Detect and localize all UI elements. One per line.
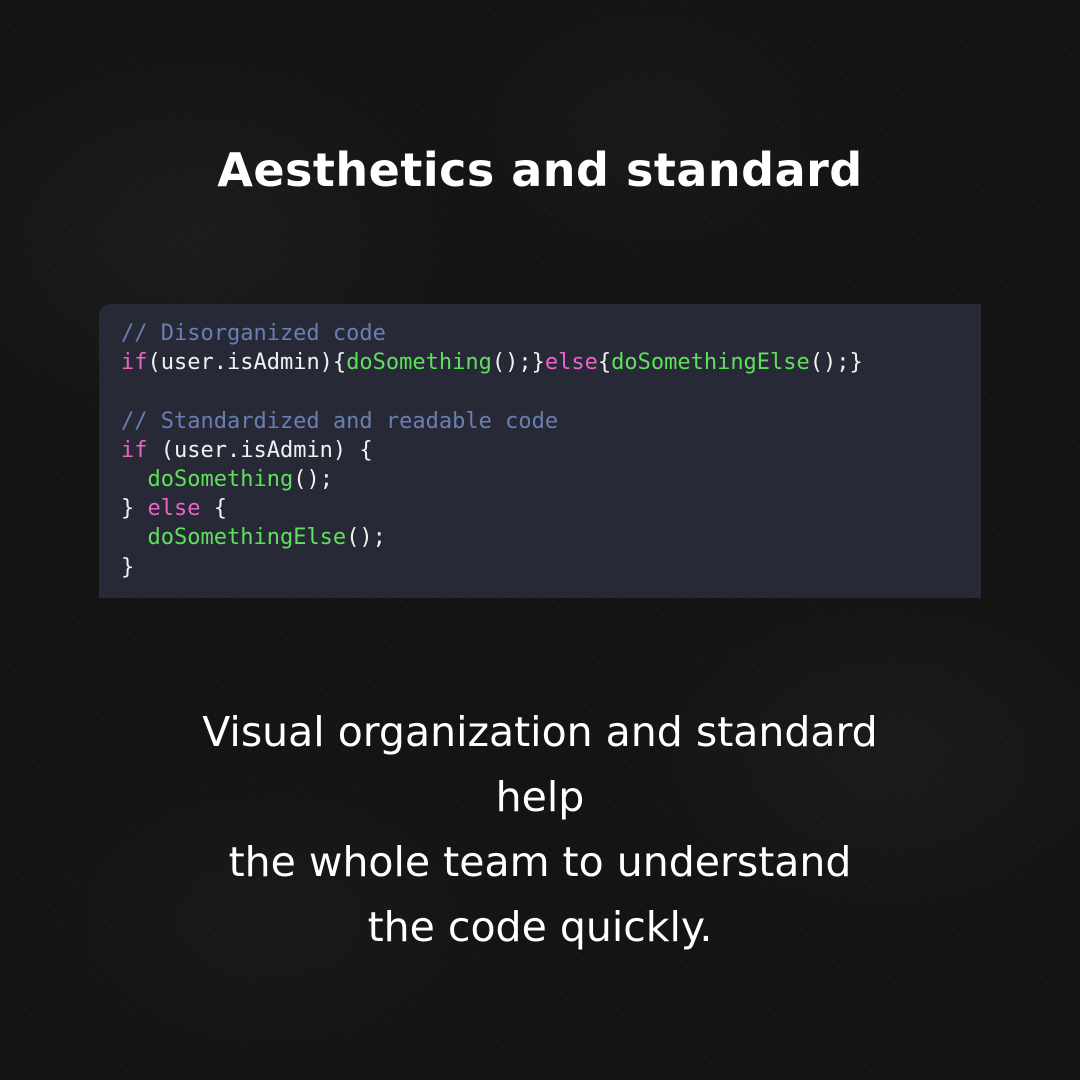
code-line-comment-disorganized: // Disorganized code	[121, 319, 981, 348]
code-block: // Disorganized code if(user.isAdmin){do…	[99, 304, 981, 598]
code-token: doSomething	[147, 466, 294, 492]
code-token: if	[121, 350, 148, 376]
code-token: }	[121, 554, 135, 580]
caption-line: Visual organization and standard	[202, 708, 878, 756]
code-token: // Disorganized code	[121, 321, 386, 346]
caption-line: help	[495, 773, 585, 821]
code-token: doSomethingElse	[611, 350, 810, 376]
caption: Visual organization and standard help th…	[0, 700, 1080, 960]
code-token: ();}	[809, 350, 863, 376]
code-token: // Standardized and readable code	[121, 408, 559, 434]
code-token: doSomething	[346, 350, 492, 376]
code-line-comment-standardized: // Standardized and readable code	[121, 407, 981, 436]
page-title: Aesthetics and standard	[217, 143, 863, 197]
code-line-if: if (user.isAdmin) {	[121, 436, 981, 465]
code-token: else	[544, 350, 598, 376]
code-line-disorganized: if(user.isAdmin){doSomething();}else{doS…	[121, 348, 981, 377]
code-line-do-something-else: doSomethingElse();	[121, 523, 981, 552]
code-token: ();}	[491, 350, 545, 376]
code-token: doSomethingElse	[147, 525, 347, 551]
code-token: ();	[346, 525, 386, 551]
code-line-close-brace: }	[121, 553, 981, 582]
caption-line: the whole team to understand	[228, 838, 852, 886]
code-token: else	[147, 496, 201, 522]
code-token: (user.isAdmin){	[147, 350, 347, 376]
code-token: if	[121, 437, 148, 463]
code-token: {	[200, 496, 227, 522]
code-token: ();	[293, 466, 333, 492]
code-line-else: } else {	[121, 494, 981, 523]
code-line-do-something: doSomething();	[121, 465, 981, 494]
code-token: }	[121, 496, 148, 522]
code-token: {	[597, 350, 612, 376]
code-token: (user.isAdmin) {	[147, 437, 373, 463]
caption-line: the code quickly.	[367, 903, 713, 951]
